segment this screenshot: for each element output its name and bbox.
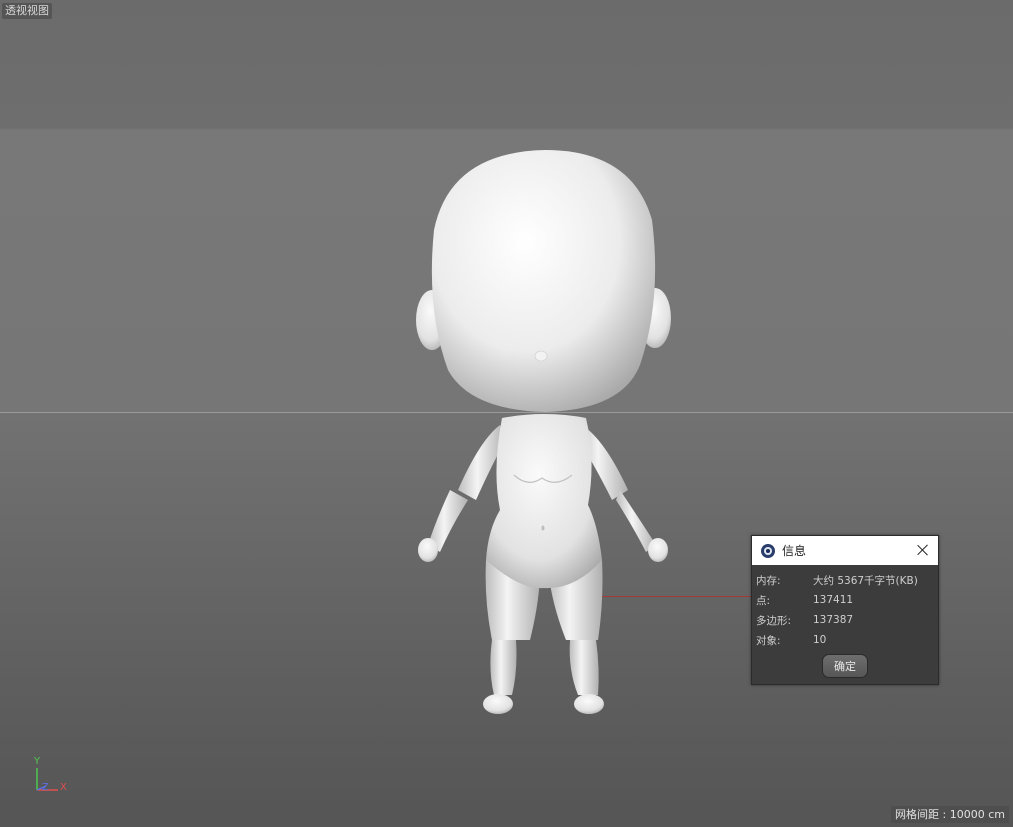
right-hand bbox=[648, 538, 668, 562]
dialog-title: 信息 bbox=[782, 544, 807, 558]
chibi-figure-model[interactable] bbox=[0, 0, 1013, 827]
info-row-points: 点: 137411 bbox=[756, 590, 934, 610]
right-forearm bbox=[616, 490, 656, 552]
torso bbox=[486, 414, 602, 589]
axis-gizmo: Y Z X bbox=[28, 756, 78, 801]
head bbox=[431, 150, 656, 412]
dialog-titlebar[interactable]: 信息 bbox=[752, 536, 938, 565]
info-row-objects: 对象: 10 bbox=[756, 630, 934, 650]
info-label: 对象: bbox=[756, 634, 781, 647]
ok-button[interactable]: 确定 bbox=[822, 654, 868, 678]
axis-x-label: X bbox=[60, 782, 67, 793]
close-icon[interactable] bbox=[916, 543, 930, 557]
info-value: 大约 5367千字节(KB) bbox=[813, 574, 918, 587]
perspective-viewport[interactable]: 透视视图 Y Z X 网格间距: 10000 cm 信息 内存: 大约 536… bbox=[0, 0, 1013, 827]
axis-z-label: Z bbox=[42, 782, 49, 793]
left-foot bbox=[483, 694, 513, 714]
info-row-polygons: 多边形: 137387 bbox=[756, 610, 934, 630]
dialog-body: 内存: 大约 5367千字节(KB) 点: 137411 多边形: 137387… bbox=[752, 565, 938, 678]
right-foot bbox=[574, 694, 604, 714]
info-value: 137411 bbox=[813, 594, 854, 606]
info-dialog: 信息 内存: 大约 5367千字节(KB) 点: 137411 多边形: 137… bbox=[751, 535, 939, 685]
info-row-memory: 内存: 大约 5367千字节(KB) bbox=[756, 570, 934, 590]
info-label: 内存: bbox=[756, 574, 781, 587]
info-value: 137387 bbox=[813, 614, 854, 626]
cinema4d-icon bbox=[761, 543, 775, 558]
grid-spacing-readout: 网格间距 : 10000 cm bbox=[891, 806, 1009, 823]
left-shin bbox=[490, 640, 517, 695]
info-value: 10 bbox=[813, 634, 827, 646]
right-shin bbox=[569, 640, 599, 695]
left-hand bbox=[418, 538, 438, 562]
axis-y-label: Y bbox=[34, 756, 41, 767]
info-label: 多边形: bbox=[756, 614, 792, 627]
info-label: 点: bbox=[756, 594, 771, 607]
nose bbox=[534, 350, 548, 362]
